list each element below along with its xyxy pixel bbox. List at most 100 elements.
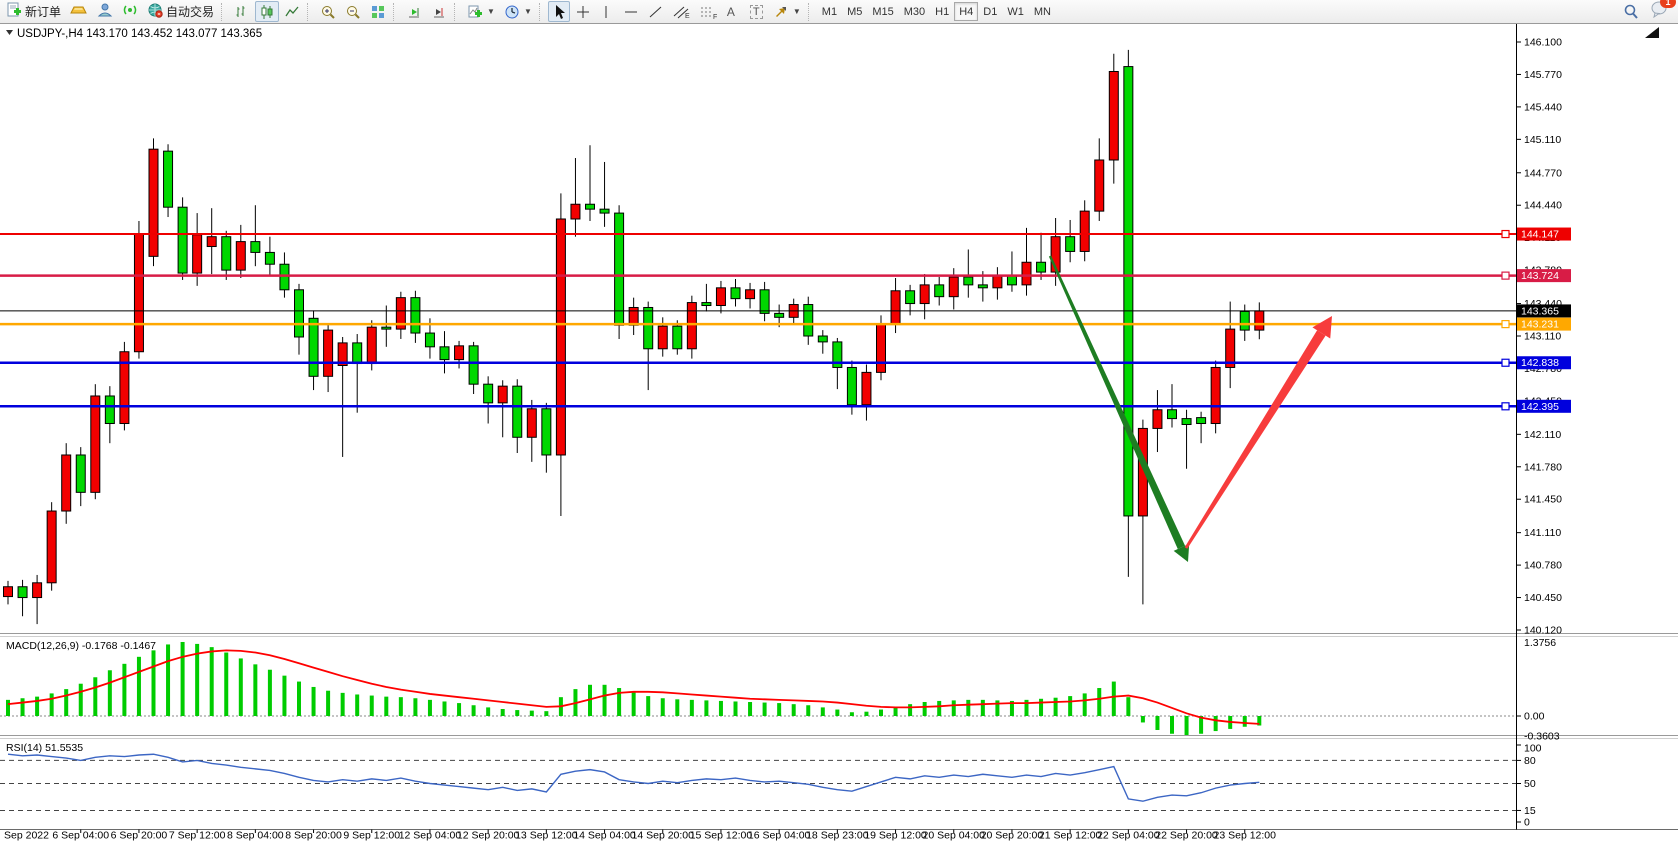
macd-histogram-bar — [50, 693, 54, 716]
bear-candle — [265, 252, 274, 264]
tile-windows-button[interactable] — [366, 1, 390, 22]
macd-indicator-label: MACD(12,26,9) -0.1768 -0.1467 — [6, 640, 156, 652]
price-tag-label: 144.147 — [1521, 229, 1559, 241]
price-axis-label: 145.440 — [1524, 101, 1562, 113]
auto-scroll-button[interactable] — [402, 1, 426, 22]
cursor-tool-button[interactable] — [548, 1, 570, 22]
date-axis-label: 22 Sep 20:00 — [1155, 830, 1218, 841]
date-axis-label: 23 Sep 12:00 — [1214, 830, 1277, 841]
zoom-out-button[interactable] — [341, 1, 365, 22]
macd-histogram-bar — [646, 696, 650, 716]
chevron-down-icon: ▼ — [524, 7, 532, 16]
macd-histogram-bar — [457, 703, 461, 716]
profile-icon-button[interactable] — [93, 1, 117, 22]
macd-histogram-bar — [544, 711, 548, 716]
macd-histogram-bar — [1170, 716, 1174, 734]
date-axis-label: 9 Sep 12:00 — [343, 830, 400, 841]
bull-candle — [658, 326, 667, 349]
chart-canvas[interactable]: 146.100145.770145.440145.110144.770144.4… — [0, 0, 1678, 841]
notifications-button[interactable]: 1 — [1650, 0, 1670, 23]
autotrade-label: 自动交易 — [166, 3, 214, 20]
signal-icon-button[interactable] — [118, 1, 142, 22]
bear-candle — [76, 455, 85, 492]
chart-background — [0, 24, 1678, 841]
rsi-axis-label: 0 — [1524, 817, 1530, 829]
bear-candle — [251, 242, 260, 253]
toolbar-right: 1 — [1618, 0, 1676, 23]
chart-shift-button[interactable] — [427, 1, 451, 22]
bull-candle — [629, 307, 638, 325]
macd-histogram-bar — [122, 664, 126, 716]
new-order-button[interactable]: 新订单 — [2, 1, 65, 22]
timeframe-w1[interactable]: W1 — [1002, 2, 1029, 21]
vertical-line-tool-button[interactable] — [596, 1, 618, 22]
equidistant-channel-tool-button[interactable]: E — [669, 1, 695, 22]
profile-icon — [97, 2, 113, 21]
macd-histogram-bar — [879, 710, 883, 716]
timeframe-h4[interactable]: H4 — [954, 2, 978, 21]
autotrade-button[interactable]: 自动交易 — [143, 1, 218, 22]
timeframe-m1[interactable]: M1 — [817, 2, 842, 21]
arrows-tool-button[interactable]: ▼ — [769, 1, 805, 22]
price-axis-label: 143.110 — [1524, 331, 1561, 343]
search-icon-button[interactable] — [1618, 1, 1644, 22]
bull-candle — [1211, 367, 1220, 423]
bull-candle — [455, 346, 464, 360]
timeframe-mn[interactable]: MN — [1029, 2, 1056, 21]
timeframe-d1[interactable]: D1 — [978, 2, 1002, 21]
horizontal-line-tool-button[interactable] — [619, 1, 643, 22]
bear-candle — [644, 307, 653, 348]
text-label-tool-button[interactable]: T — [746, 1, 768, 22]
candlestick-chart-button[interactable] — [255, 1, 279, 22]
bear-candle — [964, 277, 973, 285]
macd-histogram-bar — [137, 657, 141, 716]
line-handle[interactable] — [1502, 403, 1509, 410]
timeframe-m15[interactable]: M15 — [867, 2, 898, 21]
line-handle[interactable] — [1502, 231, 1509, 238]
macd-histogram-bar — [792, 704, 796, 716]
toolbar-separator — [454, 3, 460, 21]
macd-histogram-bar — [210, 647, 214, 716]
bar-chart-button[interactable] — [230, 1, 254, 22]
zoom-in-button[interactable] — [316, 1, 340, 22]
signal-icon — [122, 2, 138, 21]
macd-histogram-bar — [166, 644, 170, 716]
text-tool-glyph: A — [727, 5, 735, 19]
trendline-tool-button[interactable] — [644, 1, 668, 22]
macd-axis-label: -0.3603 — [1524, 730, 1560, 742]
new-order-icon — [6, 2, 22, 21]
crosshair-tool-button[interactable] — [571, 1, 595, 22]
periods-button[interactable]: ▼ — [500, 1, 536, 22]
timeframe-m30[interactable]: M30 — [899, 2, 930, 21]
text-tool-button[interactable]: A — [723, 1, 745, 22]
bear-candle — [600, 209, 609, 213]
macd-histogram-bar — [35, 697, 39, 716]
timeframe-m5[interactable]: M5 — [842, 2, 867, 21]
bull-candle — [571, 204, 580, 219]
timeframe-h1[interactable]: H1 — [930, 2, 954, 21]
bear-candle — [178, 207, 187, 273]
indicators-button[interactable]: ▼ — [463, 1, 499, 22]
bear-candle — [542, 409, 551, 455]
date-axis-label: 14 Sep 20:00 — [632, 830, 695, 841]
price-tag-label: 142.838 — [1521, 357, 1559, 369]
gold-icon-button[interactable] — [66, 1, 92, 22]
macd-histogram-bar — [79, 684, 83, 716]
line-chart-button[interactable] — [280, 1, 304, 22]
bull-candle — [920, 285, 929, 304]
line-handle[interactable] — [1502, 321, 1509, 328]
bull-candle — [367, 327, 376, 363]
macd-histogram-bar — [923, 702, 927, 716]
date-axis-label: 6 Sep 04:00 — [52, 830, 109, 841]
bull-candle — [324, 330, 333, 376]
line-handle[interactable] — [1502, 359, 1509, 366]
bear-candle — [1124, 67, 1133, 516]
date-axis[interactable]: Sep 20226 Sep 04:006 Sep 20:007 Sep 12:0… — [4, 830, 1276, 841]
bear-candle — [164, 151, 173, 207]
macd-histogram-bar — [763, 703, 767, 716]
bear-candle — [1037, 262, 1046, 272]
date-axis-label: 18 Sep 23:00 — [806, 830, 869, 841]
bear-candle — [906, 291, 915, 304]
line-handle[interactable] — [1502, 272, 1509, 279]
price-axis-label: 146.100 — [1524, 37, 1562, 49]
